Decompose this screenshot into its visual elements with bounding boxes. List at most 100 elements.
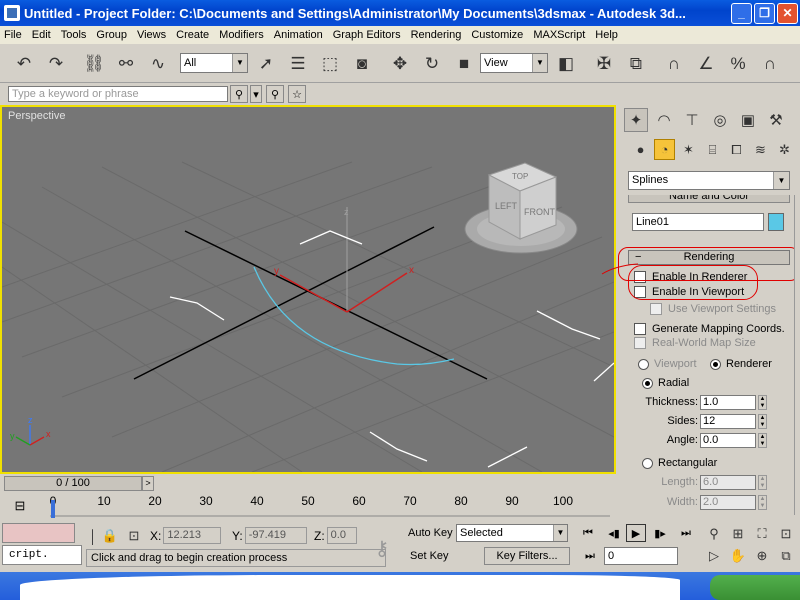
create-tab-icon[interactable]: ✦ xyxy=(624,108,648,132)
zoom-extents-all-icon[interactable]: ⊡ xyxy=(776,524,796,544)
z-field[interactable]: 0.0 xyxy=(326,527,357,544)
shapes-icon[interactable]: ◔ xyxy=(654,139,675,160)
spinner-arrows-icon[interactable]: ▲ ▼ xyxy=(758,413,767,429)
menu-file[interactable]: File xyxy=(4,29,22,41)
maximize-viewport-icon[interactable]: ⧉ xyxy=(776,546,796,566)
hierarchy-tab-icon[interactable]: ⊤ xyxy=(680,108,704,132)
thickness-field[interactable]: 1.0 xyxy=(700,394,756,410)
angle-snap-icon[interactable]: ∠ xyxy=(694,52,718,76)
generate-mapping-checkbox[interactable]: Generate Mapping Coords. xyxy=(634,321,785,336)
spinner-arrows-icon[interactable]: ▲ ▼ xyxy=(758,394,767,410)
scale-icon[interactable]: ■ xyxy=(452,52,476,76)
play-icon[interactable]: ▶ xyxy=(626,524,646,542)
zoom-all-icon[interactable]: ⊞ xyxy=(728,524,748,544)
menu-tools[interactable]: Tools xyxy=(61,29,87,41)
minimize-button[interactable]: _ xyxy=(731,2,752,24)
lock-icon[interactable]: 🔒 xyxy=(100,526,120,546)
tray-area[interactable] xyxy=(710,575,800,600)
menu-create[interactable]: Create xyxy=(176,29,209,41)
track-bar[interactable]: ⊟ 0 10 20 30 40 50 60 70 80 90 100 xyxy=(0,494,620,520)
utilities-tab-icon[interactable]: ⚒ xyxy=(764,108,788,132)
name-color-rollout-header[interactable]: Name and Color xyxy=(628,195,790,203)
menu-rendering[interactable]: Rendering xyxy=(411,29,462,41)
percent-snap-icon[interactable]: % xyxy=(726,52,750,76)
spinner-snap-icon[interactable]: ∩ xyxy=(758,52,782,76)
menu-maxscript[interactable]: MAXScript xyxy=(533,29,585,41)
perspective-viewport[interactable]: x y z TOP LEFT FRONT z x y Perspective xyxy=(0,105,616,474)
menu-modifiers[interactable]: Modifiers xyxy=(219,29,264,41)
systems-icon[interactable]: ✲ xyxy=(774,139,795,160)
spinner-arrows-icon[interactable]: ▲ ▼ xyxy=(758,432,767,448)
track-area[interactable]: 0 10 20 30 40 50 60 70 80 90 100 xyxy=(50,494,610,520)
rectangular-selection-icon[interactable]: ⬚ xyxy=(318,52,342,76)
x-field[interactable]: 12.213 xyxy=(163,527,222,544)
renderer-radio[interactable]: Renderer xyxy=(710,357,772,371)
reference-coord-dropdown[interactable]: View ▼ xyxy=(480,53,548,73)
snap-3d-icon[interactable]: ∩ xyxy=(662,52,686,76)
object-color-swatch[interactable] xyxy=(768,213,784,231)
viewport-radio[interactable]: Viewport xyxy=(638,357,697,371)
select-and-link-icon[interactable]: ⛓ xyxy=(82,52,106,76)
command-panel-scrollbar[interactable] xyxy=(794,195,800,515)
spline-line01[interactable] xyxy=(253,266,455,366)
menu-graph-editors[interactable]: Graph Editors xyxy=(333,29,401,41)
key-filters-button[interactable]: Key Filters... xyxy=(484,547,570,565)
thickness-spinner[interactable]: Thickness: 1.0 ▲ ▼ xyxy=(640,394,767,410)
menu-group[interactable]: Group xyxy=(96,29,127,41)
current-frame-field[interactable]: 0 xyxy=(604,547,678,565)
go-to-start-icon[interactable]: ⏮ xyxy=(578,524,598,542)
rotate-icon[interactable]: ↻ xyxy=(420,52,444,76)
time-slider[interactable]: 0 / 100 > xyxy=(0,475,620,493)
absolute-mode-icon[interactable]: ⊡ xyxy=(124,526,144,546)
length-spinner[interactable]: Length: 6.0 ▲ ▼ xyxy=(640,474,767,490)
width-spinner[interactable]: Width: 2.0 ▲ ▼ xyxy=(640,494,767,510)
pan-hand-icon[interactable]: ✋ xyxy=(728,546,748,566)
search-icon[interactable]: ⚲ xyxy=(230,85,248,103)
menu-views[interactable]: Views xyxy=(137,29,166,41)
viewport-label[interactable]: Perspective xyxy=(8,110,65,122)
undo-icon[interactable]: ↶ xyxy=(12,52,36,76)
go-to-end-icon[interactable]: ⏭ xyxy=(676,524,696,542)
real-world-map-checkbox[interactable]: Real-World Map Size xyxy=(634,335,756,350)
display-tab-icon[interactable]: ▣ xyxy=(736,108,760,132)
redo-icon[interactable]: ↷ xyxy=(44,52,68,76)
sides-spinner[interactable]: Sides: 12 ▲ ▼ xyxy=(640,413,767,429)
sides-field[interactable]: 12 xyxy=(700,413,756,429)
previous-frame-icon[interactable]: ◂▮ xyxy=(604,524,624,542)
keyboard-shortcut-icon[interactable]: ⧉ xyxy=(624,52,648,76)
menu-customize[interactable]: Customize xyxy=(471,29,523,41)
next-frame-arrow-icon[interactable]: > xyxy=(142,476,154,491)
move-icon[interactable]: ✥ xyxy=(388,52,412,76)
menu-edit[interactable]: Edit xyxy=(32,29,51,41)
favorites-star-icon[interactable]: ☆ xyxy=(288,85,306,103)
angle-field[interactable]: 0.0 xyxy=(700,432,756,448)
category-dropdown[interactable]: Splines ▼ xyxy=(628,171,790,190)
search-input[interactable]: Type a keyword or phrase xyxy=(8,86,228,102)
angle-spinner[interactable]: Angle: 0.0 ▲ ▼ xyxy=(640,432,767,448)
geometry-icon[interactable]: ● xyxy=(630,139,651,160)
motion-tab-icon[interactable]: ◎ xyxy=(708,108,732,132)
lights-icon[interactable]: ✶ xyxy=(678,139,699,160)
select-object-icon[interactable]: ➚ xyxy=(254,52,278,76)
radial-radio[interactable]: Radial xyxy=(642,376,689,390)
close-button[interactable]: ✕ xyxy=(777,2,798,24)
unlink-icon[interactable]: ⚯ xyxy=(114,52,138,76)
pivot-center-icon[interactable]: ◧ xyxy=(554,52,578,76)
space-warps-icon[interactable]: ≋ xyxy=(750,139,771,160)
menu-animation[interactable]: Animation xyxy=(274,29,323,41)
auto-key-button[interactable]: Auto Key xyxy=(408,527,453,539)
chevron-down-icon[interactable]: ▾ xyxy=(250,85,262,103)
rectangular-radio[interactable]: Rectangular xyxy=(642,456,717,470)
curve-editor-icon[interactable]: ⊟ xyxy=(10,497,30,515)
select-by-name-icon[interactable]: ☰ xyxy=(286,52,310,76)
key-mode-toggle-icon[interactable]: ⏭ xyxy=(580,547,600,565)
restore-button[interactable]: ❐ xyxy=(754,2,775,24)
length-field[interactable]: 6.0 xyxy=(700,474,756,490)
maxscript-listener-mini[interactable]: cript. xyxy=(2,545,82,565)
zoom-icon[interactable]: ⚲ xyxy=(704,524,724,544)
spinner-arrows-icon[interactable]: ▲ ▼ xyxy=(758,494,767,510)
infocenter-icon[interactable]: ⚲ xyxy=(266,85,284,103)
field-of-view-icon[interactable]: ▷ xyxy=(704,546,724,566)
zoom-extents-icon[interactable]: ⛶ xyxy=(752,524,772,544)
selection-filter-dropdown[interactable]: All ▼ xyxy=(180,53,248,73)
